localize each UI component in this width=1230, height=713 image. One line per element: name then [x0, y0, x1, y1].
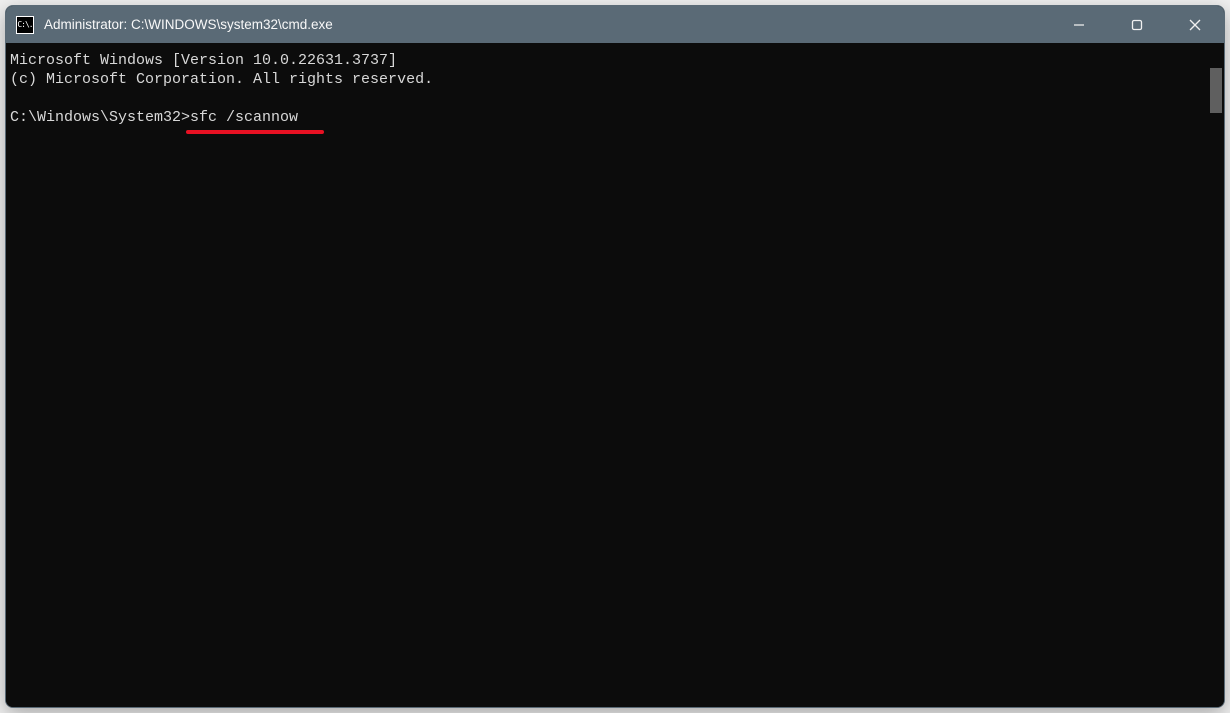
minimize-icon — [1073, 19, 1085, 31]
maximize-icon — [1131, 19, 1143, 31]
cmd-icon: C:\. — [16, 16, 34, 34]
close-button[interactable] — [1166, 6, 1224, 43]
window-controls — [1050, 6, 1224, 43]
window-title: Administrator: C:\WINDOWS\system32\cmd.e… — [44, 17, 1050, 32]
command-input[interactable]: sfc /scannow — [190, 109, 298, 126]
annotation-underline — [186, 130, 324, 134]
cmd-window: C:\. Administrator: C:\WINDOWS\system32\… — [5, 5, 1225, 708]
scrollbar-thumb[interactable] — [1210, 68, 1222, 113]
scrollbar-track[interactable] — [1207, 43, 1224, 707]
maximize-button[interactable] — [1108, 6, 1166, 43]
terminal-output[interactable]: Microsoft Windows [Version 10.0.22631.37… — [6, 43, 1207, 707]
prompt-text: C:\Windows\System32> — [10, 109, 190, 126]
titlebar[interactable]: C:\. Administrator: C:\WINDOWS\system32\… — [6, 6, 1224, 43]
minimize-button[interactable] — [1050, 6, 1108, 43]
output-line: (c) Microsoft Corporation. All rights re… — [10, 71, 433, 88]
output-line: Microsoft Windows [Version 10.0.22631.37… — [10, 52, 397, 69]
close-icon — [1189, 19, 1201, 31]
terminal-area: Microsoft Windows [Version 10.0.22631.37… — [6, 43, 1224, 707]
